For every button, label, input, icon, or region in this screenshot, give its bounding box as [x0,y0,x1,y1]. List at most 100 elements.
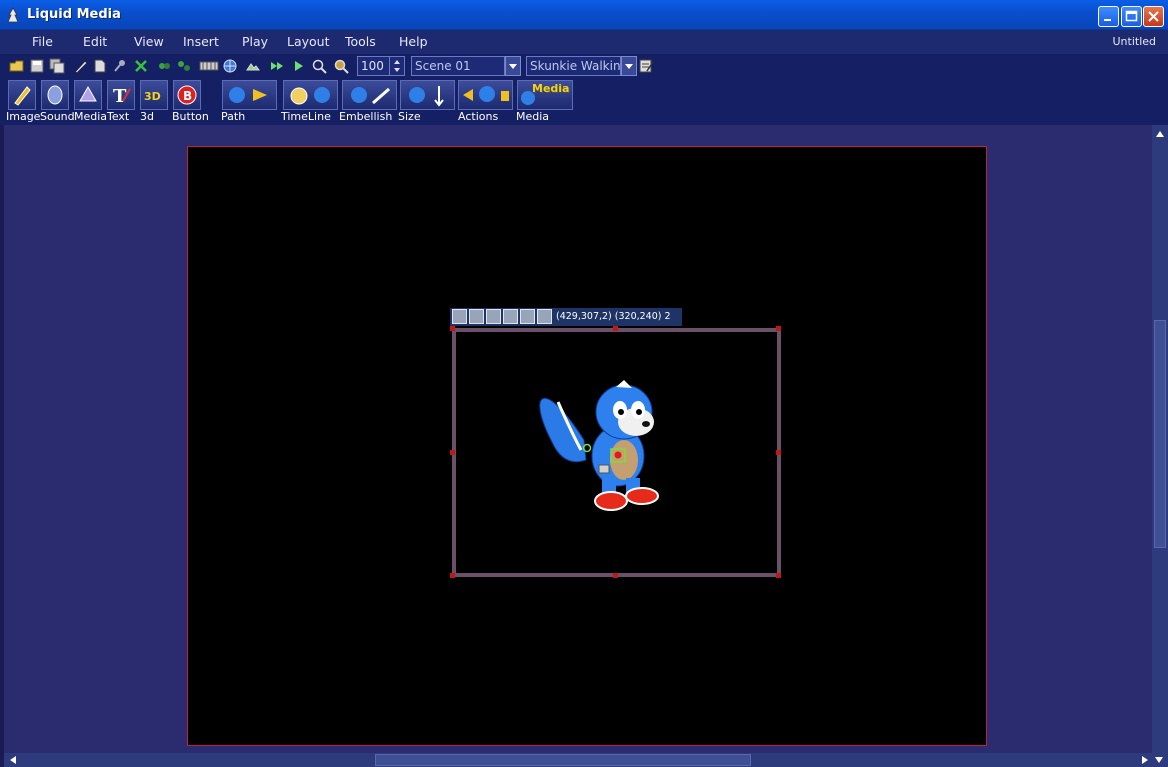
resize-handle-s[interactable] [613,573,618,578]
media-badge: Media [532,82,570,95]
text-insert-icon: T [113,86,131,107]
menu-edit[interactable]: Edit [83,34,107,49]
media-insert-button[interactable] [74,80,102,110]
zoom-spin-buttons[interactable] [389,57,404,75]
image-insert-button[interactable] [8,80,36,110]
vertical-scrollbar[interactable] [1152,125,1168,753]
button-label: Button [172,110,209,123]
film-icon[interactable] [199,58,219,74]
path-icon [229,87,267,103]
move-tool-icon[interactable] [452,309,467,324]
svg-text:3D: 3D [144,90,161,103]
embellish-button[interactable] [342,80,397,110]
media-insert-icon [79,85,97,102]
actions-button[interactable] [458,80,513,110]
play-icon[interactable] [290,58,306,74]
menu-play[interactable]: Play [242,34,268,49]
size-label: Size [398,110,421,123]
embellish-icon [351,87,390,105]
skunkie-character[interactable] [456,332,777,573]
pin-tool-icon[interactable] [486,309,501,324]
3d-insert-button[interactable]: 3D [140,80,168,110]
ruler-tool-icon[interactable] [469,309,484,324]
sound-insert-button[interactable] [41,80,69,110]
horizontal-scrollbar[interactable] [4,753,1168,767]
resize-handle-e[interactable] [776,450,781,455]
menu-insert[interactable]: Insert [183,34,219,49]
scroll-right-icon[interactable] [1138,753,1152,767]
menu-tools[interactable]: Tools [345,34,376,49]
app-icon[interactable] [6,7,20,23]
delete-icon[interactable] [133,58,149,74]
image-label: Image [6,110,41,123]
zoom-stepper[interactable]: 100 [357,56,405,76]
menu-bar: File Edit View Insert Play Layout Tools … [0,30,1168,55]
scroll-left-icon[interactable] [6,753,20,767]
globe-icon[interactable] [222,58,238,74]
svg-text:B: B [183,89,192,103]
embellish-label: Embellish [339,110,393,123]
minimize-button[interactable] [1098,6,1119,27]
timeline-label: TimeLine [281,110,331,123]
path-button[interactable] [222,80,277,110]
page-icon[interactable] [92,58,108,74]
3d-label: 3d [140,110,154,123]
selection-frame[interactable] [452,328,781,577]
3d-insert-icon: 3D [144,90,161,103]
resize-handle-sw[interactable] [450,573,455,578]
image-insert-icon [14,86,31,106]
horizontal-scroll-thumb[interactable] [375,754,751,766]
vertical-scroll-thumb[interactable] [1154,320,1166,548]
zoom-out-icon[interactable] [333,58,349,74]
resize-handle-ne[interactable] [776,326,781,331]
resize-handle-nw[interactable] [450,326,455,331]
path-label: Path [221,110,246,123]
scene-dropdown-button[interactable] [505,56,521,76]
scroll-up-icon[interactable] [1152,127,1168,141]
text-label: Text [107,110,130,123]
ungroup-icon[interactable] [176,58,192,74]
timeline-button[interactable] [283,80,338,110]
layer-tool-icon[interactable] [537,309,552,324]
zoom-in-icon[interactable] [311,58,327,74]
menu-help[interactable]: Help [399,34,428,49]
lock-tool-icon[interactable] [520,309,535,324]
fast-forward-icon[interactable] [269,58,285,74]
close-button[interactable] [1143,6,1164,27]
media-label: Media [74,110,108,123]
resize-handle-n[interactable] [613,326,618,331]
scroll-down-icon[interactable] [1152,753,1166,767]
sound-label: Sound [40,110,75,123]
menu-view[interactable]: View [134,34,164,49]
pencil-icon[interactable] [72,58,88,74]
object-select[interactable]: Skunkie Walking [526,56,628,76]
group-icon[interactable] [156,58,172,74]
button-insert-button[interactable]: B [173,80,201,110]
save-icon[interactable] [29,58,45,74]
button-insert-icon: B [177,85,197,105]
title-bar: Liquid Media [0,0,1168,30]
size-icon [409,86,444,107]
menu-file[interactable]: File [32,34,53,49]
resize-handle-w[interactable] [450,450,455,455]
save-all-icon[interactable] [49,58,65,74]
size-button[interactable] [400,80,455,110]
fx-tool-icon[interactable] [503,309,518,324]
open-icon[interactable] [9,58,25,74]
sound-insert-icon [47,85,63,105]
pin-icon[interactable] [112,58,128,74]
actions-icon [463,86,509,102]
scene-select[interactable]: Scene 01 [411,56,505,76]
object-dropdown-button[interactable] [621,56,637,76]
chevron-down-icon [625,64,633,69]
object-value: Skunkie Walking [530,59,629,73]
timeline-icon [290,87,330,105]
properties-icon[interactable] [638,58,654,74]
media-library-button[interactable]: Media [517,80,573,110]
text-insert-button[interactable]: T [107,80,135,110]
menu-layout[interactable]: Layout [287,34,330,49]
resize-handle-se[interactable] [776,573,781,578]
image-icon[interactable] [245,58,261,74]
maximize-button[interactable] [1121,6,1142,27]
media-library-label: Media [516,110,550,123]
